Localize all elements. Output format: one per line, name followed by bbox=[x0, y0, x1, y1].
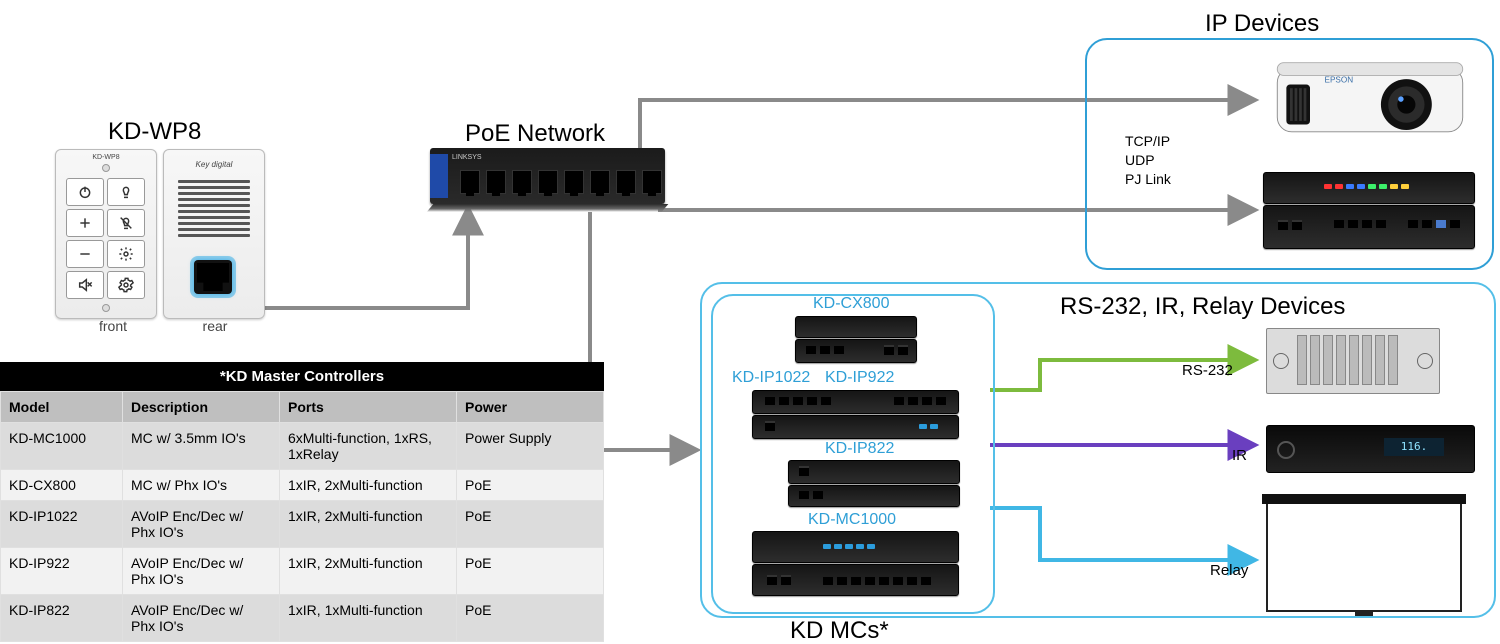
projector-icon: EPSON bbox=[1270, 50, 1460, 155]
protocol-udp: UDP bbox=[1125, 151, 1171, 170]
th-description: Description bbox=[123, 392, 280, 423]
rj45-port-icon bbox=[194, 260, 232, 294]
cell-model: KD-IP922 bbox=[1, 548, 123, 595]
protocol-tcpip: TCP/IP bbox=[1125, 132, 1171, 151]
ip-devices-title: IP Devices bbox=[1205, 10, 1319, 38]
cell-power: PoE bbox=[457, 595, 604, 642]
rs232-device-server bbox=[1266, 328, 1440, 394]
cell-model: KD-IP822 bbox=[1, 595, 123, 642]
cell-desc: AVoIP Enc/Dec w/ Phx IO's bbox=[123, 595, 280, 642]
gear-icon bbox=[107, 240, 145, 268]
kd-ip822-label: KD-IP822 bbox=[825, 440, 894, 458]
cell-desc: AVoIP Enc/Dec w/ Phx IO's bbox=[123, 501, 280, 548]
wp8-rear-brand: Key digital bbox=[164, 160, 264, 169]
table-row: KD-IP1022 AVoIP Enc/Dec w/ Phx IO's 1xIR… bbox=[1, 501, 604, 548]
wp8-front-caption: front bbox=[88, 318, 138, 334]
kd-mc1000-front bbox=[752, 531, 959, 563]
dvr-display: 116. bbox=[1384, 438, 1444, 456]
wp8-front-brand: KD-WP8 bbox=[56, 154, 156, 161]
cell-model: KD-MC1000 bbox=[1, 423, 123, 470]
cell-desc: AVoIP Enc/Dec w/ Phx IO's bbox=[123, 548, 280, 595]
power-icon bbox=[66, 178, 104, 206]
th-ports: Ports bbox=[280, 392, 457, 423]
cell-ports: 1xIR, 2xMulti-function bbox=[280, 548, 457, 595]
kd-cx800-label: KD-CX800 bbox=[813, 295, 889, 313]
th-model: Model bbox=[1, 392, 123, 423]
relay-device-screen bbox=[1266, 500, 1462, 612]
table-row: KD-IP822 AVoIP Enc/Dec w/ Phx IO's 1xIR,… bbox=[1, 595, 604, 642]
ir-device-dvr: 116. bbox=[1266, 425, 1475, 473]
wp8-front-plate: KD-WP8 bbox=[55, 149, 157, 319]
kd-ip1022-front bbox=[752, 390, 959, 414]
table-caption: *KD Master Controllers bbox=[0, 362, 604, 391]
cell-ports: 6xMulti-function, 1xRS, 1xRelay bbox=[280, 423, 457, 470]
table-row: KD-MC1000 MC w/ 3.5mm IO's 6xMulti-funct… bbox=[1, 423, 604, 470]
wp8-rear-caption: rear bbox=[195, 318, 235, 334]
cell-model: KD-IP1022 bbox=[1, 501, 123, 548]
poe-network-title: PoE Network bbox=[465, 120, 605, 148]
rs232-conn-label: RS-232 bbox=[1182, 362, 1233, 379]
wp8-rear-plate: Key digital bbox=[163, 149, 265, 319]
cell-power: Power Supply bbox=[457, 423, 604, 470]
cell-desc: MC w/ Phx IO's bbox=[123, 470, 280, 501]
kd-ip922-label: KD-IP922 bbox=[825, 369, 894, 387]
kd-cx800-front bbox=[795, 316, 917, 338]
protocols-list: TCP/IP UDP PJ Link bbox=[1125, 132, 1171, 189]
kd-ip1022-label: KD-IP1022 bbox=[732, 369, 810, 387]
kd-wp8-module: KD-WP8 Key digital bbox=[55, 149, 265, 319]
keydigital-switcher-rear bbox=[1263, 205, 1475, 249]
keydigital-switcher-front bbox=[1263, 172, 1475, 204]
settings-icon bbox=[107, 271, 145, 299]
kd-mc1000-label: KD-MC1000 bbox=[808, 511, 896, 529]
kd-mc1000-rear bbox=[752, 564, 959, 596]
cell-model: KD-CX800 bbox=[1, 470, 123, 501]
table-row: KD-CX800 MC w/ Phx IO's 1xIR, 2xMulti-fu… bbox=[1, 470, 604, 501]
cell-power: PoE bbox=[457, 548, 604, 595]
poe-switch: LINKSYS bbox=[430, 148, 665, 204]
svg-text:EPSON: EPSON bbox=[1325, 76, 1354, 85]
protocol-pjlink: PJ Link bbox=[1125, 170, 1171, 189]
cell-ports: 1xIR, 2xMulti-function bbox=[280, 501, 457, 548]
kd-ip822-rear bbox=[788, 485, 960, 507]
kd-mcs-title: KD MCs* bbox=[790, 617, 889, 644]
bulb-icon bbox=[107, 178, 145, 206]
table-row: KD-IP922 AVoIP Enc/Dec w/ Phx IO's 1xIR,… bbox=[1, 548, 604, 595]
cell-ports: 1xIR, 1xMulti-function bbox=[280, 595, 457, 642]
relay-conn-label: Relay bbox=[1210, 562, 1248, 579]
th-power: Power bbox=[457, 392, 604, 423]
cell-ports: 1xIR, 2xMulti-function bbox=[280, 470, 457, 501]
kd-ip1022-rear bbox=[752, 415, 959, 439]
kd-ip822-front bbox=[788, 460, 960, 484]
cell-power: PoE bbox=[457, 501, 604, 548]
ir-conn-label: IR bbox=[1232, 447, 1247, 464]
kd-master-controllers-table: *KD Master Controllers Model Description… bbox=[0, 362, 604, 642]
cell-desc: MC w/ 3.5mm IO's bbox=[123, 423, 280, 470]
switch-brand: LINKSYS bbox=[452, 154, 482, 161]
bulb-off-icon bbox=[107, 209, 145, 237]
plus-icon bbox=[66, 209, 104, 237]
cell-power: PoE bbox=[457, 470, 604, 501]
minus-icon bbox=[66, 240, 104, 268]
kd-wp8-title: KD-WP8 bbox=[108, 118, 201, 146]
mute-icon bbox=[66, 271, 104, 299]
kd-cx800-rear bbox=[795, 339, 917, 363]
